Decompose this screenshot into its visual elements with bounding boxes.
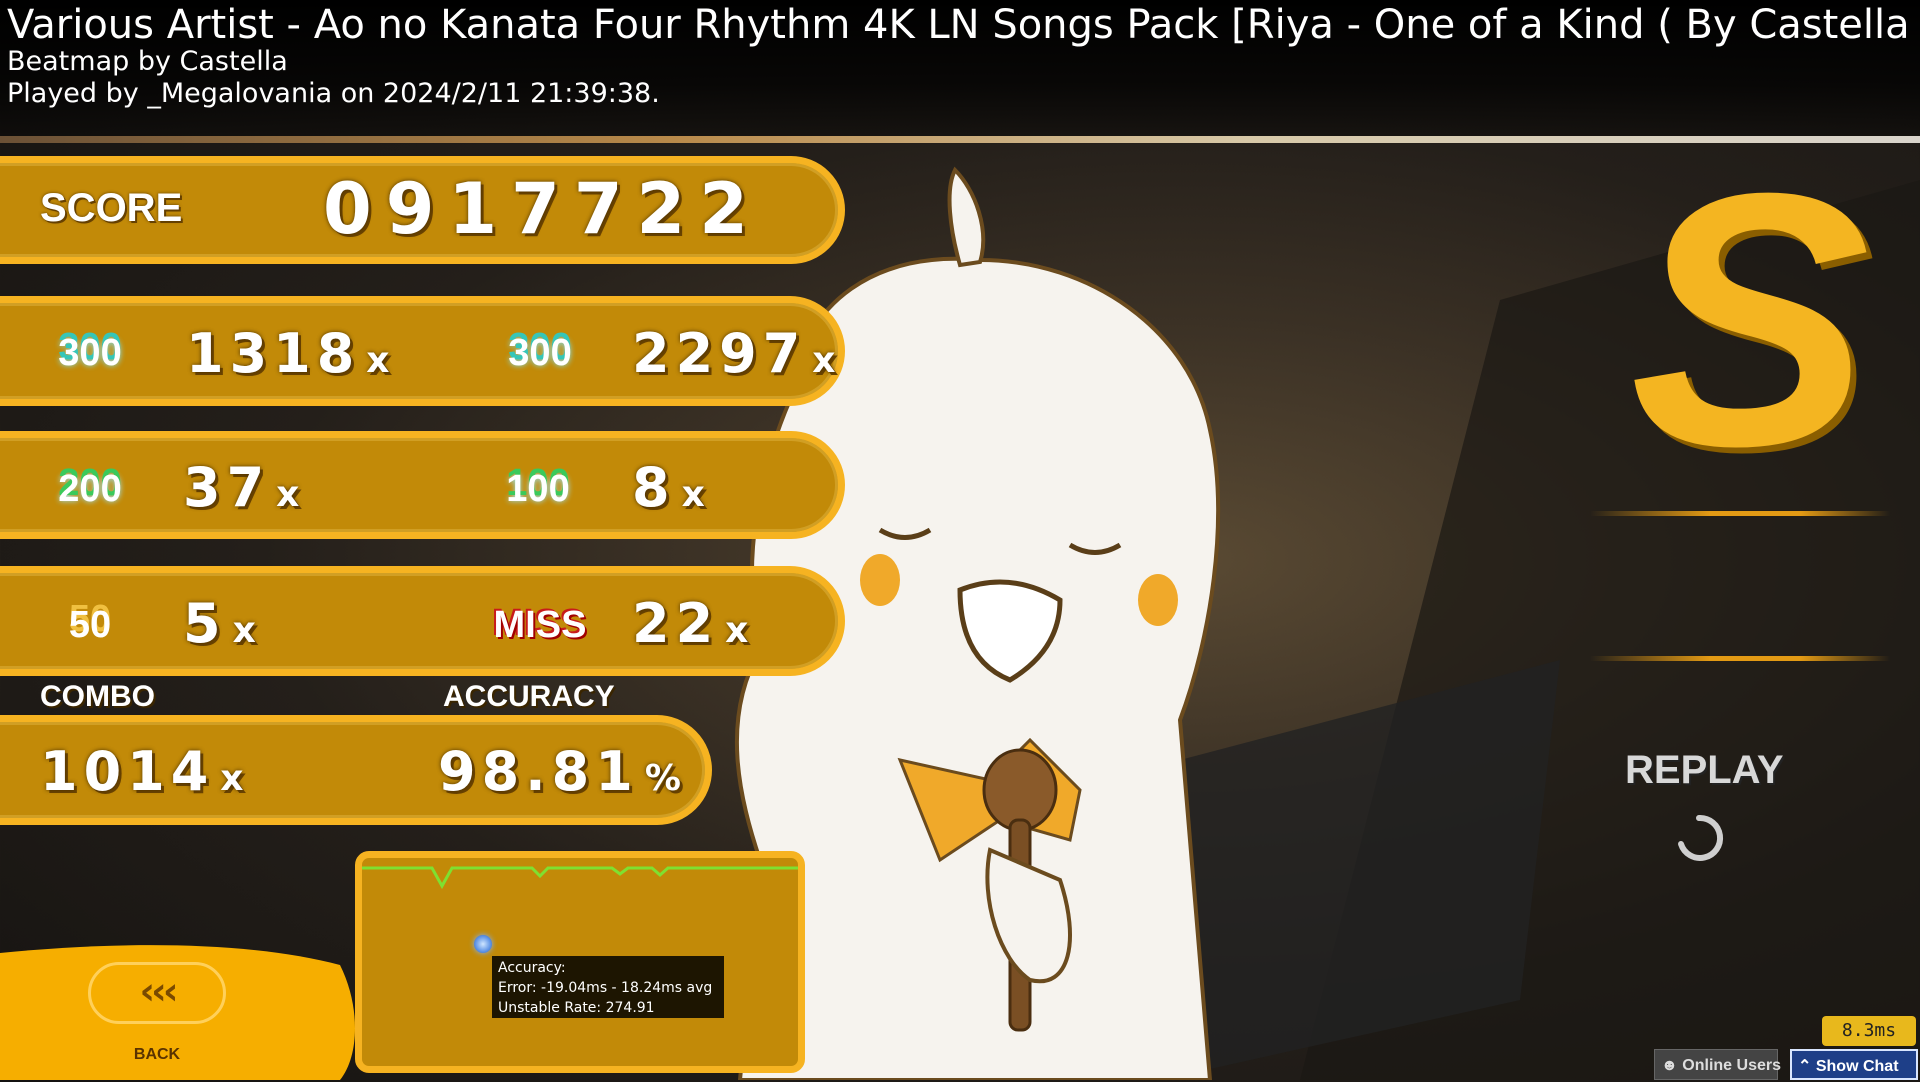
combo-label: COMBO <box>40 680 155 713</box>
count-miss: 22 x <box>632 592 749 655</box>
judgement-miss-icon: MISS <box>493 604 587 646</box>
accuracy-tooltip: Accuracy: Error: -19.04ms - 18.24ms avg … <box>492 956 724 1018</box>
count-300: 1318 x <box>186 322 390 385</box>
accuracy-label: ACCURACY <box>443 680 615 713</box>
chevron-up-icon: ⌃ <box>1798 1058 1812 1075</box>
frame-time-counter: 8.3ms <box>1822 1016 1916 1046</box>
song-title: Various Artist - Ao no Kanata Four Rhyth… <box>7 2 1920 48</box>
score-value: 0917722 <box>323 168 762 250</box>
replay-button[interactable]: REPLAY <box>1625 748 1784 793</box>
back-button[interactable]: ‹‹‹ <box>88 962 226 1024</box>
show-chat-button[interactable]: ⌃ Show Chat <box>1790 1049 1918 1080</box>
combo-value: 1014 x <box>40 740 244 803</box>
mouse-cursor <box>474 935 492 953</box>
judgement-max-300-icon: 300 <box>508 332 572 374</box>
count-200: 37 x <box>183 456 300 519</box>
beatmap-creator: Beatmap by Castella <box>7 46 288 77</box>
accuracy-value: 98.81% <box>438 740 681 803</box>
count-max-300: 2297 x <box>632 322 836 385</box>
judgement-300-icon: 300 <box>58 332 122 374</box>
judgement-200-icon: 200 <box>58 468 122 510</box>
graph-line <box>362 866 798 890</box>
play-info: Played by _Megalovania on 2024/2/11 21:3… <box>7 78 660 109</box>
count-50: 5x <box>183 592 256 655</box>
count-100: 8x <box>632 456 705 519</box>
judgement-50-icon: 50 <box>68 604 112 646</box>
loading-spinner-icon <box>1678 814 1724 861</box>
rank-divider-bottom <box>1590 656 1890 661</box>
tooltip-error: Error: -19.04ms - 18.24ms avg <box>498 980 713 996</box>
users-icon: ☻ <box>1661 1057 1678 1074</box>
online-users-button[interactable]: ☻ Online Users <box>1654 1049 1781 1080</box>
tooltip-unstable-rate: Unstable Rate: 274.91 <box>498 1000 655 1016</box>
back-label[interactable]: BACK <box>118 1043 196 1067</box>
tooltip-title: Accuracy: <box>498 960 566 976</box>
show-chat-label: Show Chat <box>1815 1058 1899 1075</box>
rank-letter: S <box>1630 119 1871 521</box>
rank-divider-top <box>1590 511 1890 516</box>
judgement-100-icon: 100 <box>506 468 570 510</box>
online-users-label: Online Users <box>1682 1057 1781 1074</box>
score-label: SCORE <box>40 186 183 230</box>
